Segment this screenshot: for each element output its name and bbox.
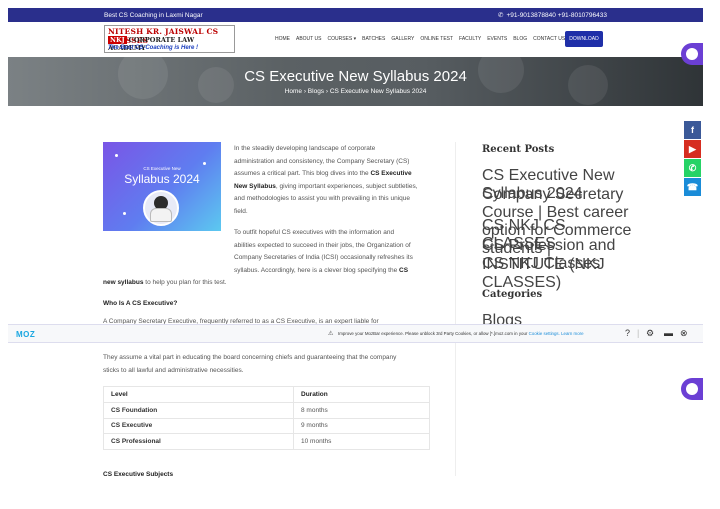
- top-info-bar: Best CS Coaching in Laxmi Nagar ✆ +91-90…: [8, 8, 703, 22]
- facebook-icon[interactable]: f: [684, 121, 701, 139]
- recent-posts-widget: Recent Posts: [482, 144, 554, 155]
- main-nav: HOME ABOUT US COURSES ▾ BATCHES GALLERY …: [275, 36, 565, 42]
- page-title: CS Executive New Syllabus 2024: [244, 68, 467, 85]
- tagline: Best CS Coaching in Laxmi Nagar: [104, 11, 203, 19]
- logo-line-3: The Best CS-Coaching is Here !: [108, 45, 199, 51]
- mozbar-toolbar: MOZ ⚠ Improve your MozBar experience. Pl…: [8, 324, 703, 343]
- cookie-settings-link[interactable]: Cookie settings.: [529, 331, 560, 336]
- nav-gallery[interactable]: GALLERY: [391, 36, 414, 42]
- featured-image: CS Executive New Syllabus 2024: [103, 142, 221, 231]
- featured-image-title: Syllabus 2024: [124, 172, 200, 186]
- nav-contact[interactable]: CONTACT US: [533, 36, 565, 42]
- minimize-icon[interactable]: ▬: [664, 328, 673, 338]
- phone-contact[interactable]: ✆ +91-9013878840 +91-8010796433: [498, 11, 608, 20]
- categories-widget: Categories: [482, 289, 542, 300]
- learn-more-link[interactable]: Learn more: [561, 331, 583, 336]
- nav-blog[interactable]: BLOG: [513, 36, 527, 42]
- heading-who: Who Is A CS Executive?: [103, 300, 178, 307]
- table-row: CS Professional 10 months: [103, 433, 430, 450]
- breadcrumb[interactable]: Home › Blogs › CS Executive New Syllabus…: [8, 88, 703, 95]
- recent-post-link[interactable]: INSTITUTE (NKJ CLASSES): [482, 256, 632, 292]
- gear-icon[interactable]: ⚙: [646, 328, 654, 339]
- call-icon[interactable]: ☎: [684, 178, 701, 196]
- page-hero: CS Executive New Syllabus 2024 Home › Bl…: [8, 57, 703, 106]
- role-paragraph: They assume a vital part in educating th…: [103, 354, 397, 374]
- nav-events[interactable]: EVENTS: [487, 36, 507, 42]
- nav-about[interactable]: ABOUT US: [296, 36, 321, 42]
- help-icon[interactable]: ?: [625, 328, 630, 338]
- site-header: NITESH KR. JAISWAL CS CLASSES NKJ CORPORA…: [8, 22, 703, 57]
- phone-numbers[interactable]: +91-9013878840 +91-8010796433: [507, 12, 608, 19]
- column-divider: [455, 142, 456, 476]
- duration-table: Level Duration CS Foundation 8 months CS…: [103, 386, 430, 450]
- nav-courses[interactable]: COURSES ▾: [327, 36, 356, 42]
- mozbar-message: Improve your MozBar experience. Please u…: [338, 331, 584, 336]
- categories-title: Categories: [482, 289, 543, 300]
- recent-posts-title: Recent Posts: [482, 144, 555, 155]
- nav-online-test[interactable]: ONLINE TEST: [420, 36, 453, 42]
- download-button[interactable]: DOWNLOAD: [565, 31, 603, 47]
- moz-logo[interactable]: MOZ: [16, 330, 35, 339]
- whatsapp-icon[interactable]: ✆: [684, 159, 701, 177]
- syllabus-paragraph: To outfit hopeful CS executives with the…: [234, 229, 413, 274]
- table-row: CS Foundation 8 months: [103, 402, 430, 419]
- table-header-row: Level Duration: [103, 386, 430, 403]
- site-logo[interactable]: NITESH KR. JAISWAL CS CLASSES NKJ CORPORA…: [104, 25, 235, 53]
- intro-paragraph: In the steadily developing landscape of …: [234, 145, 418, 215]
- heading-subjects: CS Executive Subjects: [103, 471, 174, 478]
- chat-bubble-icon[interactable]: [681, 43, 703, 65]
- phone-icon: ✆: [498, 12, 504, 19]
- featured-image-subtitle: CS Executive New: [143, 166, 181, 171]
- warning-icon: ⚠: [328, 331, 334, 337]
- syllabus-paragraph-end: new syllabus to help you plan for this t…: [103, 279, 227, 286]
- chat-bubble-icon[interactable]: [681, 378, 703, 400]
- nav-batches[interactable]: BATCHES: [362, 36, 385, 42]
- separator-icon: |: [637, 328, 640, 338]
- close-icon[interactable]: ⊗: [680, 328, 688, 339]
- syllabus-link[interactable]: new syllabus: [103, 279, 143, 286]
- table-row: CS Executive 9 months: [103, 417, 430, 434]
- nav-faculty[interactable]: FACULTY: [459, 36, 481, 42]
- nav-home[interactable]: HOME: [275, 36, 290, 42]
- youtube-icon[interactable]: ▶: [684, 140, 701, 158]
